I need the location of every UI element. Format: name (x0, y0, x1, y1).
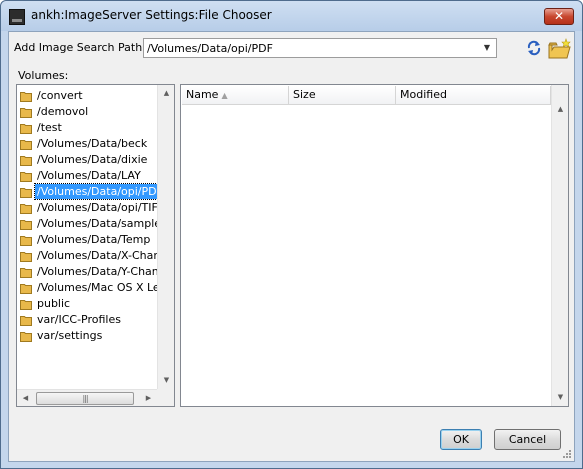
volume-item-label: /Volumes/Data/LAY (37, 169, 141, 182)
scroll-down-icon[interactable]: ▼ (158, 372, 175, 389)
volume-item[interactable]: public (20, 296, 157, 312)
column-header-name[interactable]: Name ▲ (182, 86, 289, 104)
files-table[interactable]: Name ▲ Size Modified ▲ ▼ (180, 84, 569, 407)
cancel-button[interactable]: Cancel (494, 429, 561, 450)
title-bar[interactable]: ankh:ImageServer Settings:File Chooser ✕ (1, 1, 582, 31)
folder-icon (20, 300, 32, 310)
ok-button[interactable]: OK (440, 429, 482, 450)
folder-icon (20, 140, 32, 150)
sort-ascending-icon: ▲ (221, 91, 228, 100)
folder-icon (20, 108, 32, 118)
volume-item[interactable]: /Volumes/Data/sample-images (20, 216, 157, 232)
folder-icon (20, 156, 32, 166)
volume-item[interactable]: /Volumes/Mac OS X Leo/ImageServer (20, 280, 157, 296)
volume-item[interactable]: /Volumes/Data/LAY (20, 168, 157, 184)
volume-item-label: /convert (37, 89, 83, 102)
folder-icon (20, 172, 32, 182)
volume-item-label: /Volumes/Data/Temp (37, 233, 151, 246)
resize-grip-icon[interactable] (562, 449, 572, 459)
volume-item-label: /Volumes/Data/opi/TIFF (37, 201, 157, 214)
volume-item[interactable]: var/settings (20, 328, 157, 344)
volume-item[interactable]: /Volumes/Data/dixie (20, 152, 157, 168)
volume-item-label: var/ICC-Profiles (37, 313, 121, 326)
refresh-icon[interactable] (525, 39, 543, 57)
search-path-value: /Volumes/Data/opi/PDF (147, 42, 273, 55)
volume-item-label: /Volumes/Data/sample-images (37, 217, 157, 230)
folder-icon (20, 92, 32, 102)
volume-item-label: /demovol (37, 105, 89, 118)
scroll-left-icon[interactable]: ◀ (17, 390, 34, 407)
folder-icon (20, 124, 32, 134)
column-header-size[interactable]: Size (289, 86, 396, 104)
volume-item-label: /Volumes/Data/beck (37, 137, 148, 150)
volume-item[interactable]: /demovol (20, 104, 157, 120)
volumes-label: Volumes: (18, 69, 69, 82)
volumes-items: /convert/demovol/test/Volumes/Data/beck /… (17, 85, 157, 389)
volume-item-label: /Volumes/Data/X-Change (37, 249, 157, 262)
volume-item[interactable]: /Volumes/Data/opi/TIFF (20, 200, 157, 216)
scroll-right-icon[interactable]: ▶ (140, 390, 157, 407)
horizontal-scroll-thumb[interactable]: ||| (36, 392, 134, 405)
volume-item-label: public (37, 297, 71, 310)
volume-item[interactable]: /Volumes/Data/beck (20, 136, 157, 152)
volume-item[interactable]: /Volumes/Data/Temp (20, 232, 157, 248)
folder-icon (20, 284, 32, 294)
close-button[interactable]: ✕ (544, 8, 574, 25)
volume-item[interactable]: var/ICC-Profiles (20, 312, 157, 328)
chevron-down-icon[interactable]: ▼ (480, 41, 494, 55)
volume-item-label: /Volumes/Mac OS X Leo/ImageServer (37, 281, 157, 294)
window-title: ankh:ImageServer Settings:File Chooser (31, 8, 272, 22)
folder-icon (20, 252, 32, 262)
app-icon (9, 9, 25, 25)
volume-item-label: var/settings (37, 329, 103, 342)
search-path-combobox[interactable]: /Volumes/Data/opi/PDF ▼ (143, 38, 497, 58)
volume-item[interactable]: /Volumes/Data/X-Change (20, 248, 157, 264)
new-folder-icon[interactable] (548, 38, 572, 60)
volumes-horizontal-scrollbar[interactable]: ◀ ||| ▶ (17, 389, 157, 406)
volume-item[interactable]: /convert (20, 88, 157, 104)
volumes-vertical-scrollbar[interactable]: ▲ ▼ (157, 85, 174, 389)
folder-icon (20, 204, 32, 214)
folder-icon (20, 332, 32, 342)
folder-icon (20, 220, 32, 230)
files-table-header: Name ▲ Size Modified (182, 86, 551, 105)
folder-icon (20, 236, 32, 246)
scroll-up-icon[interactable]: ▲ (158, 85, 175, 102)
volume-item-label: /Volumes/Data/dixie (37, 153, 148, 166)
file-chooser-window: ankh:ImageServer Settings:File Chooser ✕… (0, 0, 583, 469)
volume-item-label: /Volumes/Data/opi/PDF (34, 183, 157, 200)
folder-icon (20, 316, 32, 326)
scroll-up-icon[interactable]: ▲ (552, 101, 569, 118)
folder-icon (20, 188, 32, 198)
folder-icon (20, 268, 32, 278)
scrollbar-corner (157, 389, 174, 406)
volume-item-label: /Volumes/Data/Y-Change (37, 265, 157, 278)
volume-item[interactable]: /Volumes/Data/opi/PDF (20, 183, 157, 200)
files-vertical-scrollbar[interactable]: ▲ ▼ (551, 85, 568, 406)
volumes-list[interactable]: /convert/demovol/test/Volumes/Data/beck /… (16, 84, 175, 407)
volume-item-label: /test (37, 121, 62, 134)
volume-item[interactable]: /test (20, 120, 157, 136)
dialog-body: Add Image Search Path: /Volumes/Data/opi… (8, 31, 575, 462)
search-path-label: Add Image Search Path: (14, 41, 146, 54)
scroll-down-icon[interactable]: ▼ (552, 389, 569, 406)
volume-item[interactable]: /Volumes/Data/Y-Change (20, 264, 157, 280)
column-header-modified[interactable]: Modified (396, 86, 551, 104)
